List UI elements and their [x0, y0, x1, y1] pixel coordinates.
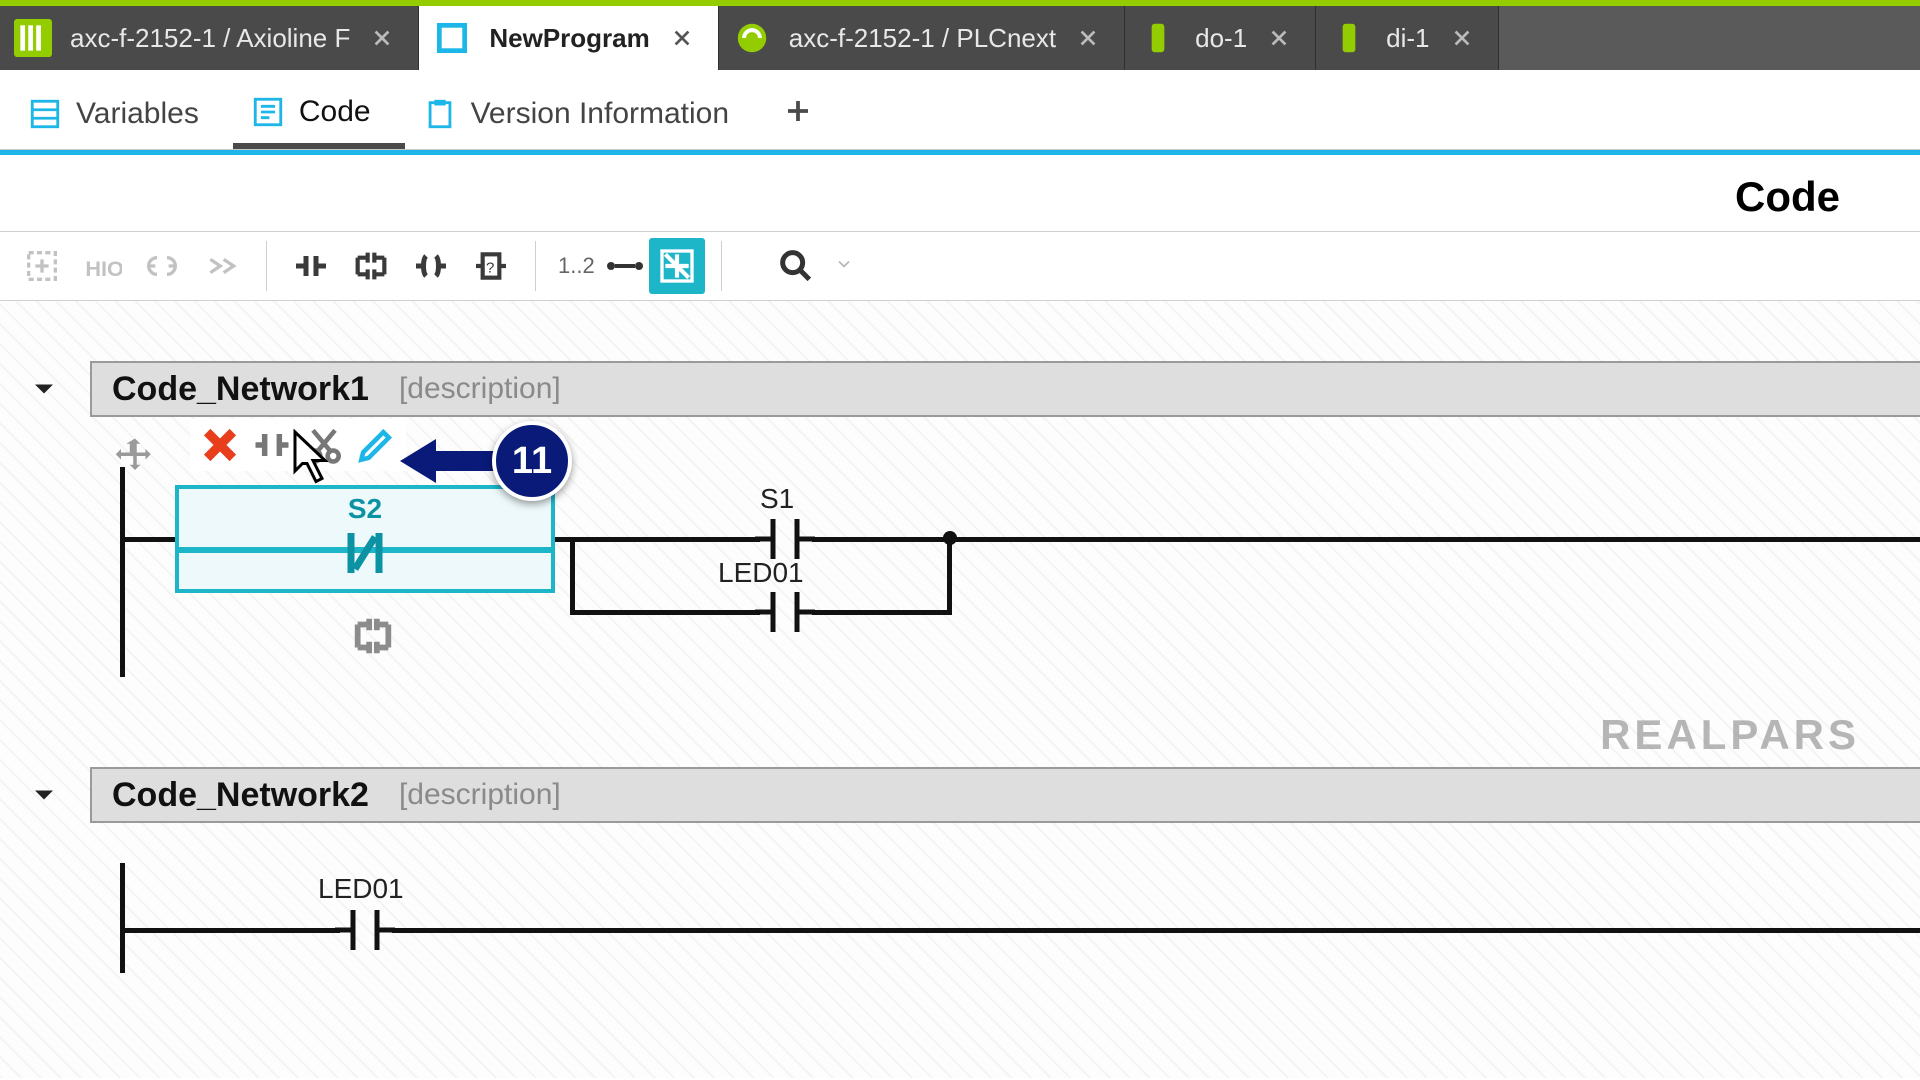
sub-tab-code[interactable]: Code — [233, 81, 405, 149]
wire — [952, 537, 1920, 542]
network-header[interactable]: Code_Network2 [description] — [90, 767, 1920, 823]
network-description-placeholder[interactable]: [description] — [399, 778, 561, 812]
search-dropdown-icon[interactable] — [834, 254, 860, 279]
sub-tab-label: Version Information — [471, 97, 729, 131]
layout-mode-button[interactable] — [649, 238, 705, 294]
window-tab-newprogram[interactable]: NewProgram — [419, 6, 718, 70]
svg-text:HIO): HIO) — [85, 256, 122, 281]
wire — [392, 928, 1920, 933]
tutorial-callout: 11 — [400, 421, 572, 501]
callout-number-badge: 11 — [492, 421, 572, 501]
plcnext-icon — [733, 19, 771, 57]
nc-contact-icon — [337, 525, 393, 586]
contact-no-button[interactable] — [283, 238, 339, 294]
ladder-toolbar: HIO) ? 1..2 — [0, 231, 1920, 301]
sub-tab-label: Variables — [76, 97, 199, 131]
wire — [570, 610, 760, 615]
plus-icon — [783, 96, 813, 135]
io-icon — [1139, 19, 1177, 57]
clipboard-icon — [423, 97, 457, 131]
pointer-cursor-icon — [280, 429, 328, 494]
sub-tab-version[interactable]: Version Information — [405, 83, 763, 149]
window-tab-axioline[interactable]: axc-f-2152-1 / Axioline F — [0, 6, 419, 70]
power-rail — [120, 863, 125, 973]
code-icon — [251, 95, 285, 129]
window-tab-label: di-1 — [1386, 23, 1429, 54]
network-description-placeholder[interactable]: [description] — [399, 372, 561, 406]
window-tab-di1[interactable]: di-1 — [1316, 6, 1498, 70]
wire — [570, 537, 760, 542]
contact-label: LED01 — [318, 873, 404, 905]
toolbar-jump-icon[interactable] — [194, 238, 250, 294]
editor-sub-tabs: Variables Code Version Information — [0, 70, 1920, 150]
wire — [947, 537, 952, 615]
wire — [125, 537, 180, 542]
window-tab-label: axc-f-2152-1 / PLCnext — [789, 23, 1056, 54]
coil-button[interactable] — [403, 238, 459, 294]
close-icon[interactable] — [668, 24, 696, 52]
axioline-icon — [14, 19, 52, 57]
delete-element-button[interactable] — [198, 423, 242, 467]
svg-text:?: ? — [486, 260, 494, 277]
window-tab-plcnext[interactable]: axc-f-2152-1 / PLCnext — [719, 6, 1125, 70]
move-handle-icon[interactable] — [114, 435, 156, 482]
function-block-button[interactable]: ? — [463, 238, 519, 294]
table-icon — [28, 97, 62, 131]
page-title: Code — [1735, 173, 1840, 221]
insert-network-button[interactable] — [14, 238, 70, 294]
network-range-label: 1..2 — [552, 253, 601, 279]
contact-label: LED01 — [718, 557, 804, 589]
contact-led01[interactable] — [755, 582, 815, 642]
power-rail — [120, 467, 125, 677]
toolbar-text-icon[interactable]: HIO) — [74, 238, 130, 294]
network-header[interactable]: Code_Network1 [description] — [90, 361, 1920, 417]
wire — [812, 537, 952, 542]
network-title: Code_Network2 — [112, 776, 369, 815]
sub-tab-label: Code — [299, 95, 371, 129]
close-icon[interactable] — [1074, 24, 1102, 52]
toolbar-coil-icon[interactable] — [134, 238, 190, 294]
watermark-text: REALPARS — [1600, 711, 1860, 759]
window-tab-do1[interactable]: do-1 — [1125, 6, 1316, 70]
wire — [125, 928, 340, 933]
contact-s2-selected[interactable]: S2 — [175, 485, 555, 593]
window-tab-label: NewProgram — [489, 23, 649, 54]
toolbar-separator — [535, 241, 536, 291]
add-parallel-branch-button[interactable] — [350, 613, 396, 664]
search-button[interactable] — [768, 238, 824, 294]
sub-tab-variables[interactable]: Variables — [10, 83, 233, 149]
io-icon — [1330, 19, 1368, 57]
connector-icon — [605, 256, 645, 276]
edit-element-button[interactable] — [354, 423, 398, 467]
parallel-contact-button[interactable] — [343, 238, 399, 294]
close-icon[interactable] — [1265, 24, 1293, 52]
page-title-row: Code — [0, 155, 1920, 231]
toolbar-separator — [266, 241, 267, 291]
collapse-caret[interactable] — [24, 777, 64, 813]
network-2-block: Code_Network2 [description] LED01 — [90, 767, 1920, 983]
contact-label: S1 — [760, 483, 794, 515]
collapse-caret[interactable] — [24, 371, 64, 407]
window-tab-label: do-1 — [1195, 23, 1247, 54]
contact-led01-n2[interactable] — [335, 900, 395, 960]
wire — [570, 537, 575, 615]
wire — [812, 610, 952, 615]
close-icon[interactable] — [368, 24, 396, 52]
window-tab-label: axc-f-2152-1 / Axioline F — [70, 23, 350, 54]
window-tab-bar: axc-f-2152-1 / Axioline F NewProgram axc… — [0, 0, 1920, 70]
network-title: Code_Network1 — [112, 370, 369, 409]
toolbar-separator — [721, 241, 722, 291]
sub-tab-add[interactable] — [763, 86, 833, 149]
close-icon[interactable] — [1448, 24, 1476, 52]
network-1-block: Code_Network1 [description] — [90, 361, 1920, 697]
program-icon — [433, 19, 471, 57]
ladder-network-2[interactable]: LED01 — [100, 823, 1920, 983]
ladder-network-1[interactable]: 11 S2 — [100, 417, 1920, 697]
ladder-canvas[interactable]: Code_Network1 [description] — [0, 301, 1920, 1078]
